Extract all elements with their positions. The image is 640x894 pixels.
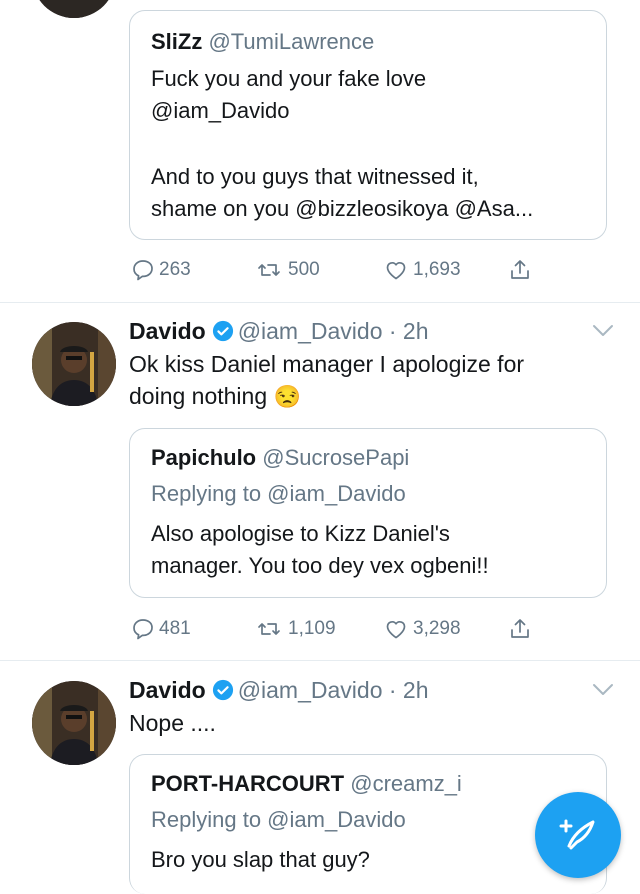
quoted-tweet-text: @iam_Davido <box>151 98 290 123</box>
divider <box>0 660 640 661</box>
quoted-tweet[interactable]: SliZz @TumiLawrence Fuck you and your fa… <box>129 10 607 240</box>
tweet-text-line: doing nothing <box>129 383 268 409</box>
share-icon <box>511 260 529 279</box>
quoted-tweet-author: SliZz @TumiLawrence <box>151 27 374 57</box>
chevron-down-icon[interactable] <box>592 683 614 697</box>
quoted-author-handle: @SucrosePapi <box>262 445 410 470</box>
retweet-button[interactable]: 1,109 <box>254 617 336 641</box>
like-count: 1,693 <box>413 259 461 280</box>
tweet-time[interactable]: · 2h <box>389 318 429 344</box>
quoted-tweet-text: And to you guys that witnessed it, <box>151 164 479 189</box>
quoted-tweet-text: Fuck you and your fake love <box>151 66 427 91</box>
tweet-text: doing nothing 😒 <box>129 380 301 413</box>
quoted-author-name: Papichulo <box>151 445 257 470</box>
divider <box>0 302 640 303</box>
reply-count: 481 <box>159 618 191 639</box>
quoted-tweet-text: Also apologise to Kizz Daniel's <box>151 521 450 546</box>
quoted-author-name: PORT-HARCOURT <box>151 771 345 796</box>
share-button[interactable] <box>508 617 536 641</box>
tweet-text: Ok kiss Daniel manager I apologize for <box>129 351 525 377</box>
quoted-tweet[interactable]: Papichulo @SucrosePapi Replying to @iam_… <box>129 428 607 598</box>
compose-tweet-button[interactable] <box>535 792 621 878</box>
quoted-tweet-author: PORT-HARCOURT @creamz_i <box>151 769 462 799</box>
reply-icon <box>133 260 153 281</box>
quoted-tweet-text: manager. You too dey vex ogbeni!! <box>151 553 489 578</box>
retweet-count: 500 <box>288 259 320 280</box>
author-handle[interactable]: @iam_Davido <box>238 677 383 703</box>
quoted-author-handle: @TumiLawrence <box>208 29 375 54</box>
verified-icon <box>212 320 233 342</box>
tweet-header: Davido @iam_Davido · 2h <box>129 316 429 346</box>
quoted-tweet-author: Papichulo @SucrosePapi <box>151 443 409 473</box>
tweet-actions: 263 500 1,693 <box>0 258 640 288</box>
author-name[interactable]: Davido <box>129 677 206 703</box>
retweet-count: 1,109 <box>288 618 336 639</box>
avatar[interactable] <box>32 322 116 406</box>
like-button[interactable]: 3,298 <box>383 617 461 641</box>
avatar[interactable] <box>32 681 116 765</box>
quoted-author-name: SliZz <box>151 29 203 54</box>
replying-to-label: Replying to @iam_Davido <box>151 481 406 506</box>
like-button[interactable]: 1,693 <box>383 258 461 282</box>
replying-to-label: Replying to @iam_Davido <box>151 807 406 832</box>
tweet-text: Nope .... <box>129 710 216 736</box>
like-icon <box>386 262 406 280</box>
tweet-actions: 481 1,109 3,298 <box>0 617 640 647</box>
reply-button[interactable]: 481 <box>131 617 191 641</box>
quoted-tweet-text: shame on you @bizzleosikoya @Asa... <box>151 196 534 221</box>
verified-icon <box>212 679 233 701</box>
author-name[interactable]: Davido <box>129 318 206 344</box>
tweet-time[interactable]: · 2h <box>389 677 429 703</box>
avatar[interactable] <box>32 0 116 18</box>
retweet-icon <box>258 623 280 635</box>
share-button[interactable] <box>508 258 536 282</box>
retweet-icon <box>258 264 280 276</box>
reply-count: 263 <box>159 259 191 280</box>
compose-icon <box>559 819 595 850</box>
quoted-tweet-text: Bro you slap that guy? <box>151 847 370 872</box>
tweet-header: Davido @iam_Davido · 2h <box>129 675 429 705</box>
share-icon <box>511 619 529 638</box>
unamused-face-emoji: 😒 <box>273 384 301 409</box>
chevron-down-icon[interactable] <box>592 324 614 338</box>
author-handle[interactable]: @iam_Davido <box>238 318 383 344</box>
retweet-button[interactable]: 500 <box>254 258 320 282</box>
quoted-author-handle: @creamz_i <box>350 771 462 796</box>
reply-button[interactable]: 263 <box>131 258 191 282</box>
like-count: 3,298 <box>413 618 461 639</box>
like-icon <box>386 621 406 639</box>
reply-icon <box>133 619 153 640</box>
